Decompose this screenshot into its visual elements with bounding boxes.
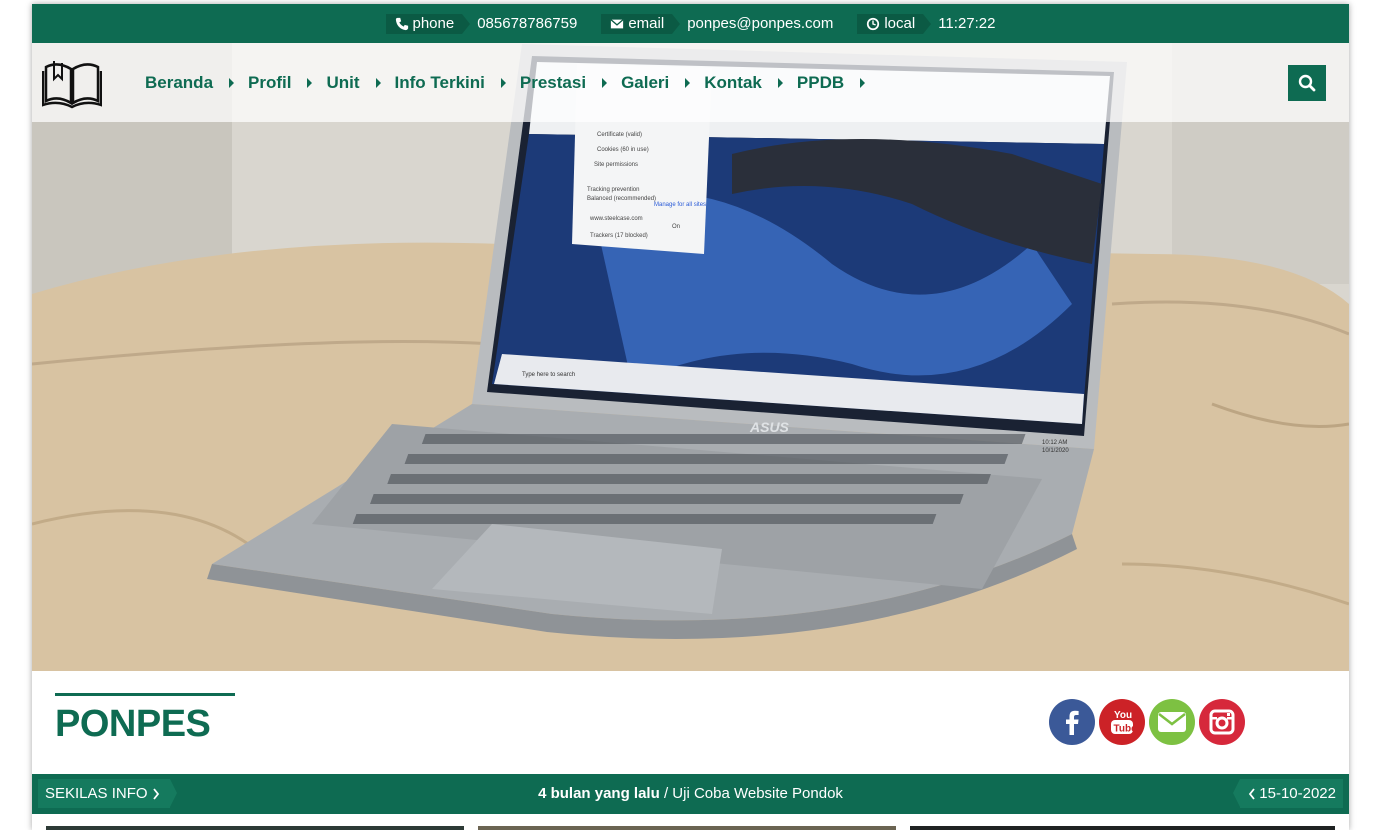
ticker-time-ago: 4 bulan yang lalu: [538, 785, 660, 802]
popup-line: Tracking prevention: [587, 187, 639, 193]
post-card[interactable]: [478, 826, 896, 830]
clock-icon: [867, 17, 880, 30]
chevron-left-icon: [1249, 787, 1255, 800]
post-cards-row: [32, 826, 1349, 830]
popup-line: Site permissions: [594, 162, 638, 168]
popup-toggle: On: [672, 224, 680, 230]
news-ticker: SEKILAS INFO 4 bulan yang lalu / Uji Cob…: [32, 774, 1349, 814]
caret-right-icon: [229, 77, 235, 88]
search-button[interactable]: [1288, 65, 1326, 101]
taskbar-date: 10/1/2020: [1042, 448, 1069, 454]
popup-link: Manage for all sites: [654, 202, 706, 208]
nav-item-profil[interactable]: Profil: [248, 73, 326, 93]
popup-line: Trackers (17 blocked): [590, 233, 648, 239]
email-label: email: [628, 14, 665, 32]
popup-line: Cookies (60 in use): [597, 147, 649, 153]
ticker-headline[interactable]: 4 bulan yang lalu / Uji Coba Website Pon…: [32, 785, 1349, 802]
popup-line: Certificate (valid): [597, 132, 642, 138]
instagram-button[interactable]: [1199, 699, 1245, 745]
caret-right-icon: [685, 77, 691, 88]
taskbar-clock: 10:12 AM: [1042, 440, 1067, 446]
local-time-value: 11:27:22: [938, 15, 996, 32]
ticker-date: 15-10-2022: [1233, 779, 1343, 808]
site-title[interactable]: PONPES: [55, 703, 211, 746]
caret-right-icon: [500, 77, 506, 88]
caret-right-icon: [375, 77, 381, 88]
email-value[interactable]: ponpes@ponpes.com: [687, 15, 833, 32]
nav-item-label: Info Terkini: [394, 72, 485, 92]
local-label: local: [884, 14, 916, 32]
nav-item-unit[interactable]: Unit: [326, 73, 394, 93]
site-header-area: PONPES You Tube: [32, 671, 1349, 774]
nav-item-galeri[interactable]: Galeri: [621, 73, 704, 93]
caret-right-icon: [777, 77, 783, 88]
nav-item-label: Profil: [248, 72, 292, 92]
svg-text:You: You: [1114, 710, 1132, 721]
nav-item-ppdb[interactable]: PPDB: [797, 73, 879, 93]
phone-value[interactable]: 085678786759: [477, 15, 577, 32]
nav-menu: Beranda Profil Unit Info Terkini Prestas…: [145, 43, 879, 122]
top-contact-bar: phone 085678786759 email ponpes@ponpes.c…: [32, 4, 1349, 43]
nav-item-kontak[interactable]: Kontak: [704, 73, 797, 93]
nav-item-beranda[interactable]: Beranda: [145, 73, 248, 93]
main-navbar: Beranda Profil Unit Info Terkini Prestas…: [32, 43, 1349, 122]
email-tag: email: [601, 13, 681, 34]
laptop-brand: ASUS: [749, 419, 790, 435]
svg-text:Tube: Tube: [1114, 724, 1137, 735]
email-button[interactable]: [1149, 699, 1195, 745]
youtube-icon: You Tube: [1111, 710, 1137, 735]
facebook-icon: [1066, 710, 1079, 735]
nav-item-label: Prestasi: [519, 72, 587, 92]
ticker-headline-text: Uji Coba Website Pondok: [672, 785, 843, 802]
book-logo-icon[interactable]: [42, 57, 102, 109]
phone-group: phone 085678786759: [385, 13, 577, 34]
phone-tag: phone: [385, 13, 470, 34]
phone-label: phone: [412, 14, 455, 32]
nav-item-prestasi[interactable]: Prestasi: [520, 73, 621, 93]
facebook-button[interactable]: [1049, 699, 1095, 745]
email-group: email ponpes@ponpes.com: [601, 13, 833, 34]
local-tag: local: [857, 13, 932, 34]
local-time-group: local 11:27:22: [857, 13, 996, 34]
popup-line: Balanced (recommended): [587, 196, 656, 202]
ticker-date-text: 15-10-2022: [1259, 785, 1336, 802]
nav-item-label: Beranda: [145, 72, 214, 92]
caret-right-icon: [602, 77, 608, 88]
nav-item-label: Galeri: [621, 72, 670, 92]
page: ASUS Type here to search 10:12 AM 10/1/2…: [32, 4, 1349, 830]
search-icon: [1298, 74, 1316, 92]
nav-item-info-terkini[interactable]: Info Terkini: [395, 73, 520, 93]
email-icon: [1158, 712, 1186, 732]
taskbar-search: Type here to search: [522, 372, 575, 378]
nav-item-label: Unit: [326, 72, 360, 92]
caret-right-icon: [307, 77, 313, 88]
ticker-separator: /: [663, 785, 669, 802]
phone-icon: [395, 17, 408, 30]
social-links: You Tube: [1049, 699, 1245, 745]
caret-right-icon: [860, 77, 866, 88]
popup-line: www.steelcase.com: [589, 216, 643, 222]
post-card[interactable]: [910, 826, 1335, 830]
instagram-icon: [1209, 709, 1235, 735]
nav-item-label: Kontak: [704, 72, 762, 92]
youtube-button[interactable]: You Tube: [1099, 699, 1145, 745]
nav-item-label: PPDB: [796, 72, 845, 92]
title-underline-accent: [55, 693, 235, 696]
envelope-icon: [610, 18, 624, 28]
post-card[interactable]: [46, 826, 464, 830]
